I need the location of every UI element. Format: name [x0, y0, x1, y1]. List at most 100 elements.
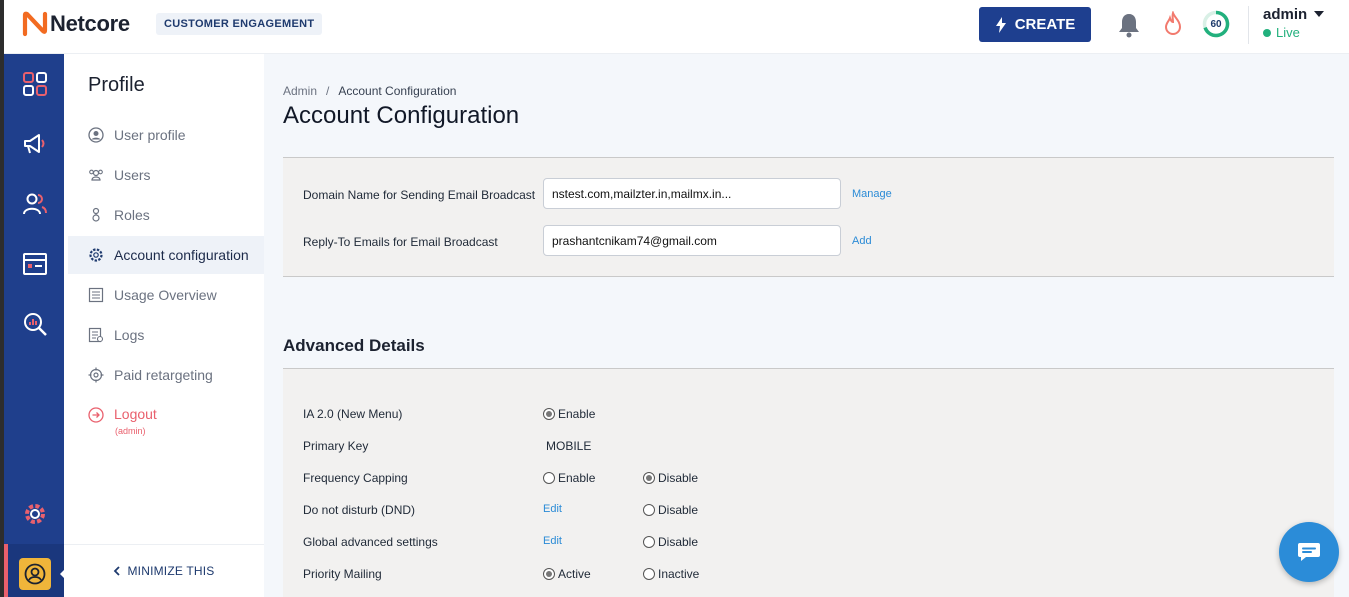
radio-label: Disable	[658, 535, 699, 549]
breadcrumb: Admin / Account Configuration	[283, 84, 456, 98]
engagement-score: 60	[1210, 18, 1222, 30]
menu-label: Paid retargeting	[114, 367, 213, 383]
advanced-details-panel: IA 2.0 (New Menu) Enable Primary Key MOB…	[283, 368, 1334, 597]
global-settings-label: Global advanced settings	[303, 535, 438, 549]
account-status: Live	[1263, 25, 1300, 40]
menu-item-users[interactable]: Users	[68, 156, 264, 194]
menu-label: Account configuration	[114, 247, 249, 263]
menu-item-paid-retargeting[interactable]: Paid retargeting	[68, 356, 264, 394]
menu-item-usage-overview[interactable]: Usage Overview	[68, 276, 264, 314]
user-circle-icon	[88, 127, 104, 143]
users-icon[interactable]	[22, 191, 48, 217]
flame-icon[interactable]	[1162, 11, 1184, 37]
create-label: CREATE	[1014, 16, 1076, 33]
brand-logo[interactable]: Netcore	[22, 11, 130, 37]
dashboard-icon[interactable]	[22, 71, 48, 97]
settings-icon[interactable]	[22, 501, 48, 527]
email-settings-panel: Domain Name for Sending Email Broadcast …	[283, 157, 1334, 277]
radio-label: Active	[558, 567, 591, 581]
product-badge: CUSTOMER ENGAGEMENT	[156, 13, 323, 35]
dnd-label: Do not disturb (DND)	[303, 503, 416, 517]
ia-label: IA 2.0 (New Menu)	[303, 407, 403, 421]
bell-icon[interactable]	[1117, 12, 1141, 38]
radio-unchecked-icon	[643, 504, 655, 516]
advanced-details-heading: Advanced Details	[283, 336, 425, 355]
status-text: Live	[1276, 25, 1300, 40]
radio-label: Enable	[558, 407, 596, 421]
menu-label: Logs	[114, 327, 145, 343]
top-header: Netcore CUSTOMER ENGAGEMENT CREATE 60 ad…	[0, 0, 1349, 54]
profile-submenu: Profile User profile Users Roles Account…	[64, 54, 264, 597]
left-rail	[0, 54, 68, 597]
menu-item-user-profile[interactable]: User profile	[68, 116, 264, 154]
menu-item-account-configuration[interactable]: Account configuration	[68, 236, 264, 274]
priority-inactive-radio[interactable]: Inactive	[643, 567, 699, 581]
chat-widget-button[interactable]	[1279, 522, 1339, 582]
global-edit-link[interactable]: Edit	[543, 535, 562, 547]
window-edge	[0, 0, 4, 54]
create-button[interactable]: CREATE	[979, 7, 1091, 42]
reply-to-field[interactable]	[543, 225, 841, 256]
dnd-edit-link[interactable]: Edit	[543, 503, 562, 515]
profile-rail-item[interactable]	[4, 544, 68, 597]
global-disable-radio[interactable]: Disable	[643, 535, 698, 549]
frequency-disable-radio[interactable]: Disable	[643, 471, 698, 485]
frequency-capping-label: Frequency Capping	[303, 471, 408, 485]
logout-user: (admin)	[115, 426, 146, 436]
menu-label: Usage Overview	[114, 287, 217, 303]
minimize-label: MINIMIZE THIS	[127, 564, 215, 578]
gear-icon	[89, 248, 103, 262]
radio-unchecked-icon	[643, 536, 655, 548]
active-accent	[4, 544, 8, 597]
dnd-disable-radio[interactable]: Disable	[643, 503, 698, 517]
megaphone-icon[interactable]	[22, 131, 48, 157]
domain-field[interactable]	[543, 178, 841, 209]
breadcrumb-admin[interactable]: Admin	[283, 84, 317, 98]
add-link[interactable]: Add	[852, 235, 872, 247]
menu-item-logs[interactable]: Logs	[68, 316, 264, 354]
logout-icon	[88, 407, 104, 423]
menu-item-roles[interactable]: Roles	[68, 196, 264, 234]
priority-active-radio[interactable]: Active	[543, 567, 591, 581]
brand-name: Netcore	[50, 11, 130, 36]
priority-mailing-label: Priority Mailing	[303, 567, 382, 581]
domain-label: Domain Name for Sending Email Broadcast	[303, 188, 536, 202]
lightning-icon	[995, 16, 1006, 33]
radio-checked-icon	[643, 472, 655, 484]
radio-label: Enable	[558, 471, 596, 485]
menu-label: Users	[114, 167, 151, 183]
chat-bubble-icon	[1298, 543, 1320, 561]
header-divider	[1248, 6, 1249, 44]
manage-link[interactable]: Manage	[852, 188, 892, 200]
users-icon	[89, 169, 103, 181]
main-content: Admin / Account Configuration Account Conf…	[264, 54, 1349, 597]
radio-checked-icon	[543, 568, 555, 580]
radio-checked-icon	[543, 408, 555, 420]
menu-label: User profile	[114, 127, 186, 143]
target-icon	[88, 367, 104, 383]
log-icon	[88, 327, 104, 343]
reply-to-label: Reply-To Emails for Email Broadcast	[303, 235, 498, 249]
roles-icon	[92, 207, 100, 222]
chevron-down-icon[interactable]	[1314, 11, 1324, 17]
list-icon	[88, 287, 104, 303]
breadcrumb-current: Account Configuration	[338, 84, 457, 98]
user-circle-icon	[24, 563, 46, 585]
minimize-button[interactable]: MINIMIZE THIS	[64, 544, 264, 597]
menu-label: Roles	[114, 207, 150, 223]
radio-label: Inactive	[658, 567, 700, 581]
analytics-search-icon[interactable]	[22, 311, 48, 337]
ia-enable-radio[interactable]: Enable	[543, 407, 595, 421]
account-name[interactable]: admin	[1263, 6, 1307, 23]
radio-label: Disable	[658, 503, 699, 517]
radio-label: Disable	[658, 471, 699, 485]
submenu-title: Profile	[88, 74, 145, 96]
primary-key-value: MOBILE	[546, 439, 592, 453]
calendar-icon[interactable]	[22, 251, 48, 277]
radio-unchecked-icon	[643, 568, 655, 580]
frequency-enable-radio[interactable]: Enable	[543, 471, 595, 485]
radio-unchecked-icon	[543, 472, 555, 484]
breadcrumb-separator: /	[326, 84, 330, 98]
profile-avatar-icon[interactable]	[19, 558, 51, 590]
netcore-logo-icon	[22, 11, 48, 37]
